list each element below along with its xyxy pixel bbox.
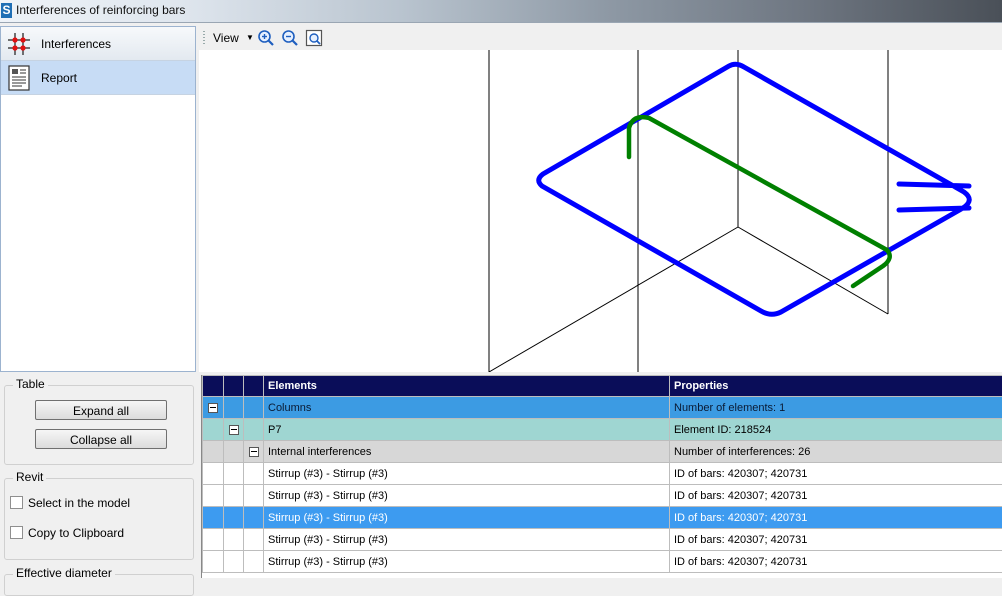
indent-cell <box>224 485 244 507</box>
3d-viewport[interactable] <box>199 50 1002 372</box>
elements-column-header[interactable]: Elements <box>264 376 670 397</box>
table-row[interactable]: Stirrup (#3) - Stirrup (#3) ID of bars: … <box>203 529 1002 551</box>
table-row[interactable]: Stirrup (#3) - Stirrup (#3) ID of bars: … <box>203 551 1002 573</box>
collapse-toggle-icon[interactable] <box>208 403 218 413</box>
navigation-panel: Interferences Report <box>0 26 196 372</box>
stirrup-outline <box>539 64 970 314</box>
collapse-toggle-icon[interactable] <box>249 447 259 457</box>
property-cell: Number of elements: 1 <box>670 397 1002 419</box>
indent-cell <box>224 441 244 463</box>
interference-grid-icon <box>6 31 32 57</box>
interference-table: Elements Properties Columns Number of el… <box>201 375 1002 578</box>
table-row-internal-interferences[interactable]: Internal interferences Number of interfe… <box>203 441 1002 463</box>
properties-column-header[interactable]: Properties <box>670 376 1002 397</box>
report-document-icon <box>6 65 32 91</box>
expand-cell[interactable] <box>224 419 244 441</box>
indent-cell <box>203 441 224 463</box>
indent-cell <box>224 551 244 573</box>
table-row-columns[interactable]: Columns Number of elements: 1 <box>203 397 1002 419</box>
collapse-toggle-icon[interactable] <box>229 425 239 435</box>
property-cell: ID of bars: 420307; 420731 <box>670 551 1002 573</box>
indent-cell <box>244 463 264 485</box>
header-spacer <box>203 376 224 397</box>
rebar-model-view <box>199 50 1002 372</box>
element-cell: P7 <box>264 419 670 441</box>
copy-to-clipboard-checkbox[interactable] <box>10 526 23 539</box>
indent-cell <box>224 397 244 419</box>
nav-item-label: Report <box>41 71 77 85</box>
zoom-out-icon[interactable] <box>281 29 299 47</box>
indent-cell <box>244 485 264 507</box>
indent-cell <box>203 463 224 485</box>
nav-item-interferences[interactable]: Interferences <box>1 27 195 61</box>
indent-cell <box>203 529 224 551</box>
revit-group: Revit Select in the model Copy to Clipbo… <box>4 478 194 560</box>
element-cell: Stirrup (#3) - Stirrup (#3) <box>264 551 670 573</box>
nav-item-label: Interferences <box>41 37 111 51</box>
expand-cell[interactable] <box>244 441 264 463</box>
indent-cell <box>244 507 264 529</box>
copy-to-clipboard-label: Copy to Clipboard <box>28 526 124 540</box>
property-cell: Element ID: 218524 <box>670 419 1002 441</box>
indent-cell <box>203 507 224 529</box>
table-row-selected[interactable]: Stirrup (#3) - Stirrup (#3) ID of bars: … <box>203 507 1002 529</box>
toolbar-grip[interactable] <box>203 31 205 45</box>
expand-all-button[interactable]: Expand all <box>35 400 167 420</box>
property-cell: ID of bars: 420307; 420731 <box>670 507 1002 529</box>
element-cell: Stirrup (#3) - Stirrup (#3) <box>264 463 670 485</box>
indent-cell <box>203 419 224 441</box>
title-bar: S Interferences of reinforcing bars <box>0 0 1002 23</box>
expand-cell[interactable] <box>203 397 224 419</box>
element-cell: Stirrup (#3) - Stirrup (#3) <box>264 485 670 507</box>
nav-item-report[interactable]: Report <box>1 61 195 95</box>
copy-to-clipboard-option[interactable]: Copy to Clipboard <box>10 526 124 540</box>
indent-cell <box>244 419 264 441</box>
zoom-in-icon[interactable] <box>257 29 275 47</box>
chevron-down-icon[interactable]: ▼ <box>246 31 254 45</box>
element-cell: Internal interferences <box>264 441 670 463</box>
select-in-model-option[interactable]: Select in the model <box>10 496 130 510</box>
table-row-p7[interactable]: P7 Element ID: 218524 <box>203 419 1002 441</box>
header-spacer <box>224 376 244 397</box>
table-group: Table Expand all Collapse all <box>4 385 194 465</box>
property-cell: ID of bars: 420307; 420731 <box>670 463 1002 485</box>
indent-cell <box>203 551 224 573</box>
element-cell: Stirrup (#3) - Stirrup (#3) <box>264 507 670 529</box>
indent-cell <box>224 507 244 529</box>
property-cell: ID of bars: 420307; 420731 <box>670 485 1002 507</box>
effective-diameter-group: Effective diameter <box>4 574 194 596</box>
indent-cell <box>244 551 264 573</box>
table-row[interactable]: Stirrup (#3) - Stirrup (#3) ID of bars: … <box>203 485 1002 507</box>
indent-cell <box>244 397 264 419</box>
viewer-toolbar: View ▼ <box>199 26 1002 50</box>
column-edge <box>489 227 738 372</box>
indent-cell <box>244 529 264 551</box>
select-in-model-checkbox[interactable] <box>10 496 23 509</box>
app-icon: S <box>1 3 12 18</box>
table-row[interactable]: Stirrup (#3) - Stirrup (#3) ID of bars: … <box>203 463 1002 485</box>
table-header-row: Elements Properties <box>203 376 1002 397</box>
select-in-model-label: Select in the model <box>28 496 130 510</box>
header-spacer <box>244 376 264 397</box>
zoom-extents-icon[interactable] <box>305 29 323 47</box>
property-cell: Number of interferences: 26 <box>670 441 1002 463</box>
indent-cell <box>224 463 244 485</box>
revit-group-title: Revit <box>13 470 46 484</box>
view-menu[interactable]: View <box>213 31 239 45</box>
indent-cell <box>203 485 224 507</box>
collapse-all-button[interactable]: Collapse all <box>35 429 167 449</box>
property-cell: ID of bars: 420307; 420731 <box>670 529 1002 551</box>
element-cell: Stirrup (#3) - Stirrup (#3) <box>264 529 670 551</box>
table-group-title: Table <box>13 377 48 391</box>
window-title: Interferences of reinforcing bars <box>16 3 185 17</box>
element-cell: Columns <box>264 397 670 419</box>
indent-cell <box>224 529 244 551</box>
